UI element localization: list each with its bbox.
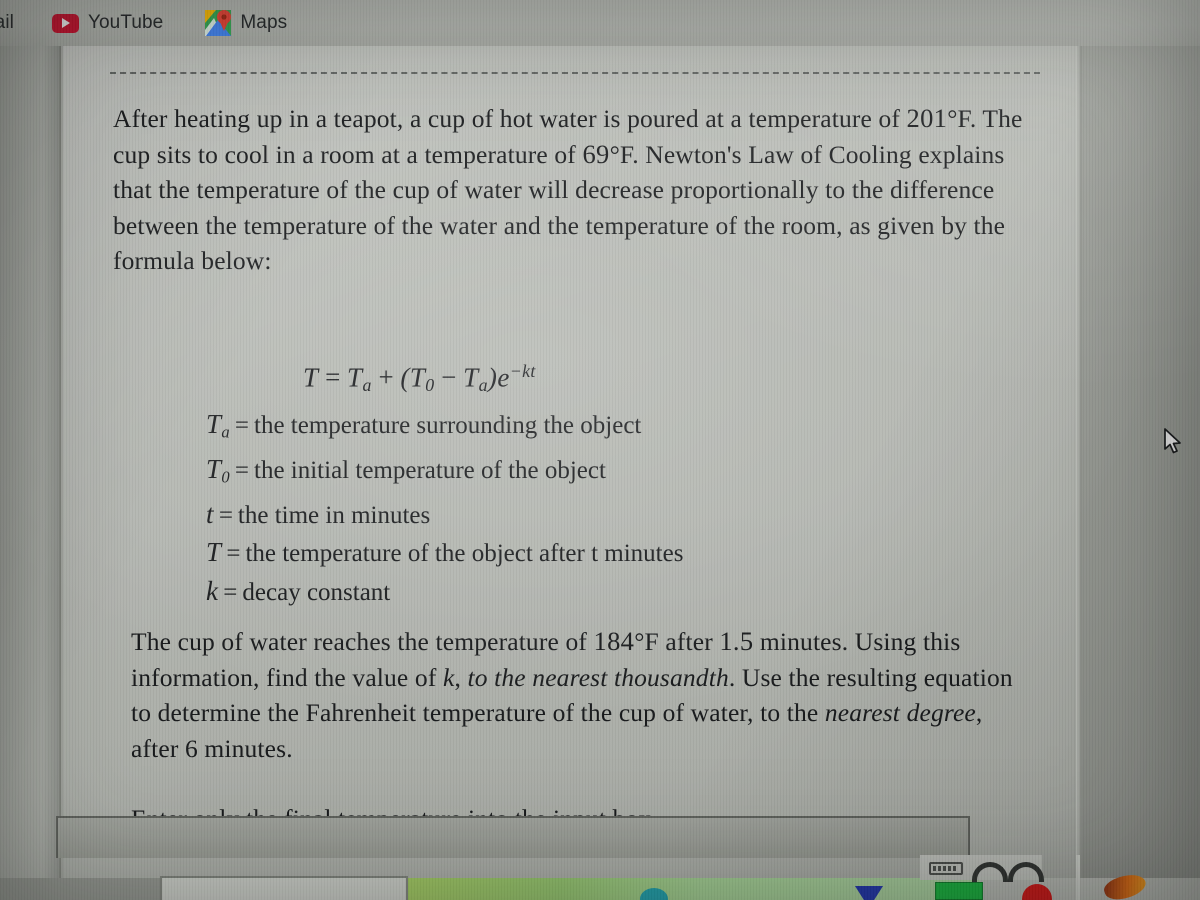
elapsed-minutes-value: 1.5 xyxy=(719,626,754,656)
definition-row: T0 = the initial temperature of the object xyxy=(206,451,1006,496)
document-sheet: After heating up in a teapot, a cup of h… xyxy=(63,46,1076,900)
dashed-divider xyxy=(110,72,1040,74)
question-segment-1: The cup of water reaches the temperature… xyxy=(131,627,594,656)
answer-input[interactable] xyxy=(56,816,970,858)
bookmark-label: YouTube xyxy=(87,12,164,33)
decay-constant-symbol: k xyxy=(442,662,455,692)
google-maps-icon xyxy=(205,10,232,36)
dock-icon-green[interactable] xyxy=(935,882,983,900)
definition-row: T = the temperature of the object after t … xyxy=(206,534,1006,573)
definition-symbol: T xyxy=(206,537,222,568)
definition-symbol: t xyxy=(206,498,214,529)
formula-ta: T xyxy=(347,362,363,393)
taskbar-divider xyxy=(1076,855,1080,900)
formula-ta2-sub: a xyxy=(478,374,488,395)
definition-equals: = xyxy=(234,456,249,484)
definition-row: t = the time in minutes xyxy=(206,496,1006,535)
formula-t0-sub: 0 xyxy=(425,374,435,395)
rounding-instruction-degree: nearest degree xyxy=(824,698,976,727)
definition-row: Ta = the temperature surrounding the objec… xyxy=(206,406,1006,451)
definition-text: the temperature of the object after t mi… xyxy=(245,540,684,568)
formula-close-paren: ) xyxy=(487,362,498,393)
definition-text: the initial temperature of the object xyxy=(254,456,606,484)
definition-symbol-subscript: a xyxy=(221,422,230,442)
bookmark-label: nail xyxy=(0,12,14,33)
page-left-gutter xyxy=(0,46,61,900)
definition-symbol-subscript: 0 xyxy=(221,467,230,487)
formula-minus: − xyxy=(439,362,459,393)
battery-icon[interactable] xyxy=(929,862,963,875)
initial-temperature-value: 201 xyxy=(906,103,948,133)
cooling-formula: T = Ta + (T0− Ta)e−kt xyxy=(303,361,536,396)
definition-equals: = xyxy=(218,501,233,529)
formula-exponent: −kt xyxy=(509,361,536,381)
bookmarks-bar: nail YouTube Maps xyxy=(0,0,1200,46)
bookmark-gmail[interactable]: nail xyxy=(0,12,14,34)
definition-equals: = xyxy=(226,540,241,568)
background-window[interactable] xyxy=(160,876,408,900)
bookmark-youtube[interactable]: YouTube xyxy=(51,12,164,34)
formula-ta-sub: a xyxy=(362,374,372,395)
definition-text: decay constant xyxy=(242,578,391,606)
definition-text: the temperature surrounding the object xyxy=(254,412,642,439)
formula-ta2: T xyxy=(463,362,479,393)
mouse-cursor-icon xyxy=(1163,428,1183,456)
definition-symbol: T xyxy=(206,453,222,484)
definition-symbol: k xyxy=(206,575,219,606)
intro-paragraph: After heating up in a teapot, a cup of h… xyxy=(113,101,1043,279)
rounding-instruction-thousandth: to the nearest thousandth xyxy=(467,662,729,692)
definition-text: the time in minutes xyxy=(237,501,431,529)
question-paragraph: The cup of water reaches the temperature… xyxy=(131,624,1031,766)
youtube-icon xyxy=(51,13,79,33)
bookmark-label: Maps xyxy=(240,12,288,33)
formula-t0: T xyxy=(409,362,426,393)
page-right-gutter xyxy=(1082,46,1200,900)
question-segment-2: °F after xyxy=(634,627,720,656)
screen-photo: nail YouTube Maps xyxy=(0,0,1200,900)
question-segment-4: , xyxy=(454,662,468,692)
document-right-edge xyxy=(1076,46,1082,900)
formula-open-paren: ( xyxy=(400,362,410,393)
formula-equals: = xyxy=(323,362,343,393)
formula-plus: + xyxy=(376,362,396,393)
intro-text-a: After heating up in a teapot, a cup of h… xyxy=(113,104,907,133)
reached-temperature-value: 184 xyxy=(593,626,635,656)
definition-symbol: T xyxy=(206,409,222,439)
definition-equals: = xyxy=(223,578,238,606)
definition-equals: = xyxy=(234,412,249,439)
room-temperature-value: 69 xyxy=(582,138,610,169)
formula-lhs: T xyxy=(303,362,319,393)
definition-row: k = decay constant xyxy=(206,573,1006,612)
formula-e: e xyxy=(497,362,510,393)
variable-definitions: Ta = the temperature surrounding the objec… xyxy=(206,406,1006,611)
problem-content: After heating up in a teapot, a cup of h… xyxy=(63,46,1076,900)
bookmark-maps[interactable]: Maps xyxy=(205,10,287,36)
